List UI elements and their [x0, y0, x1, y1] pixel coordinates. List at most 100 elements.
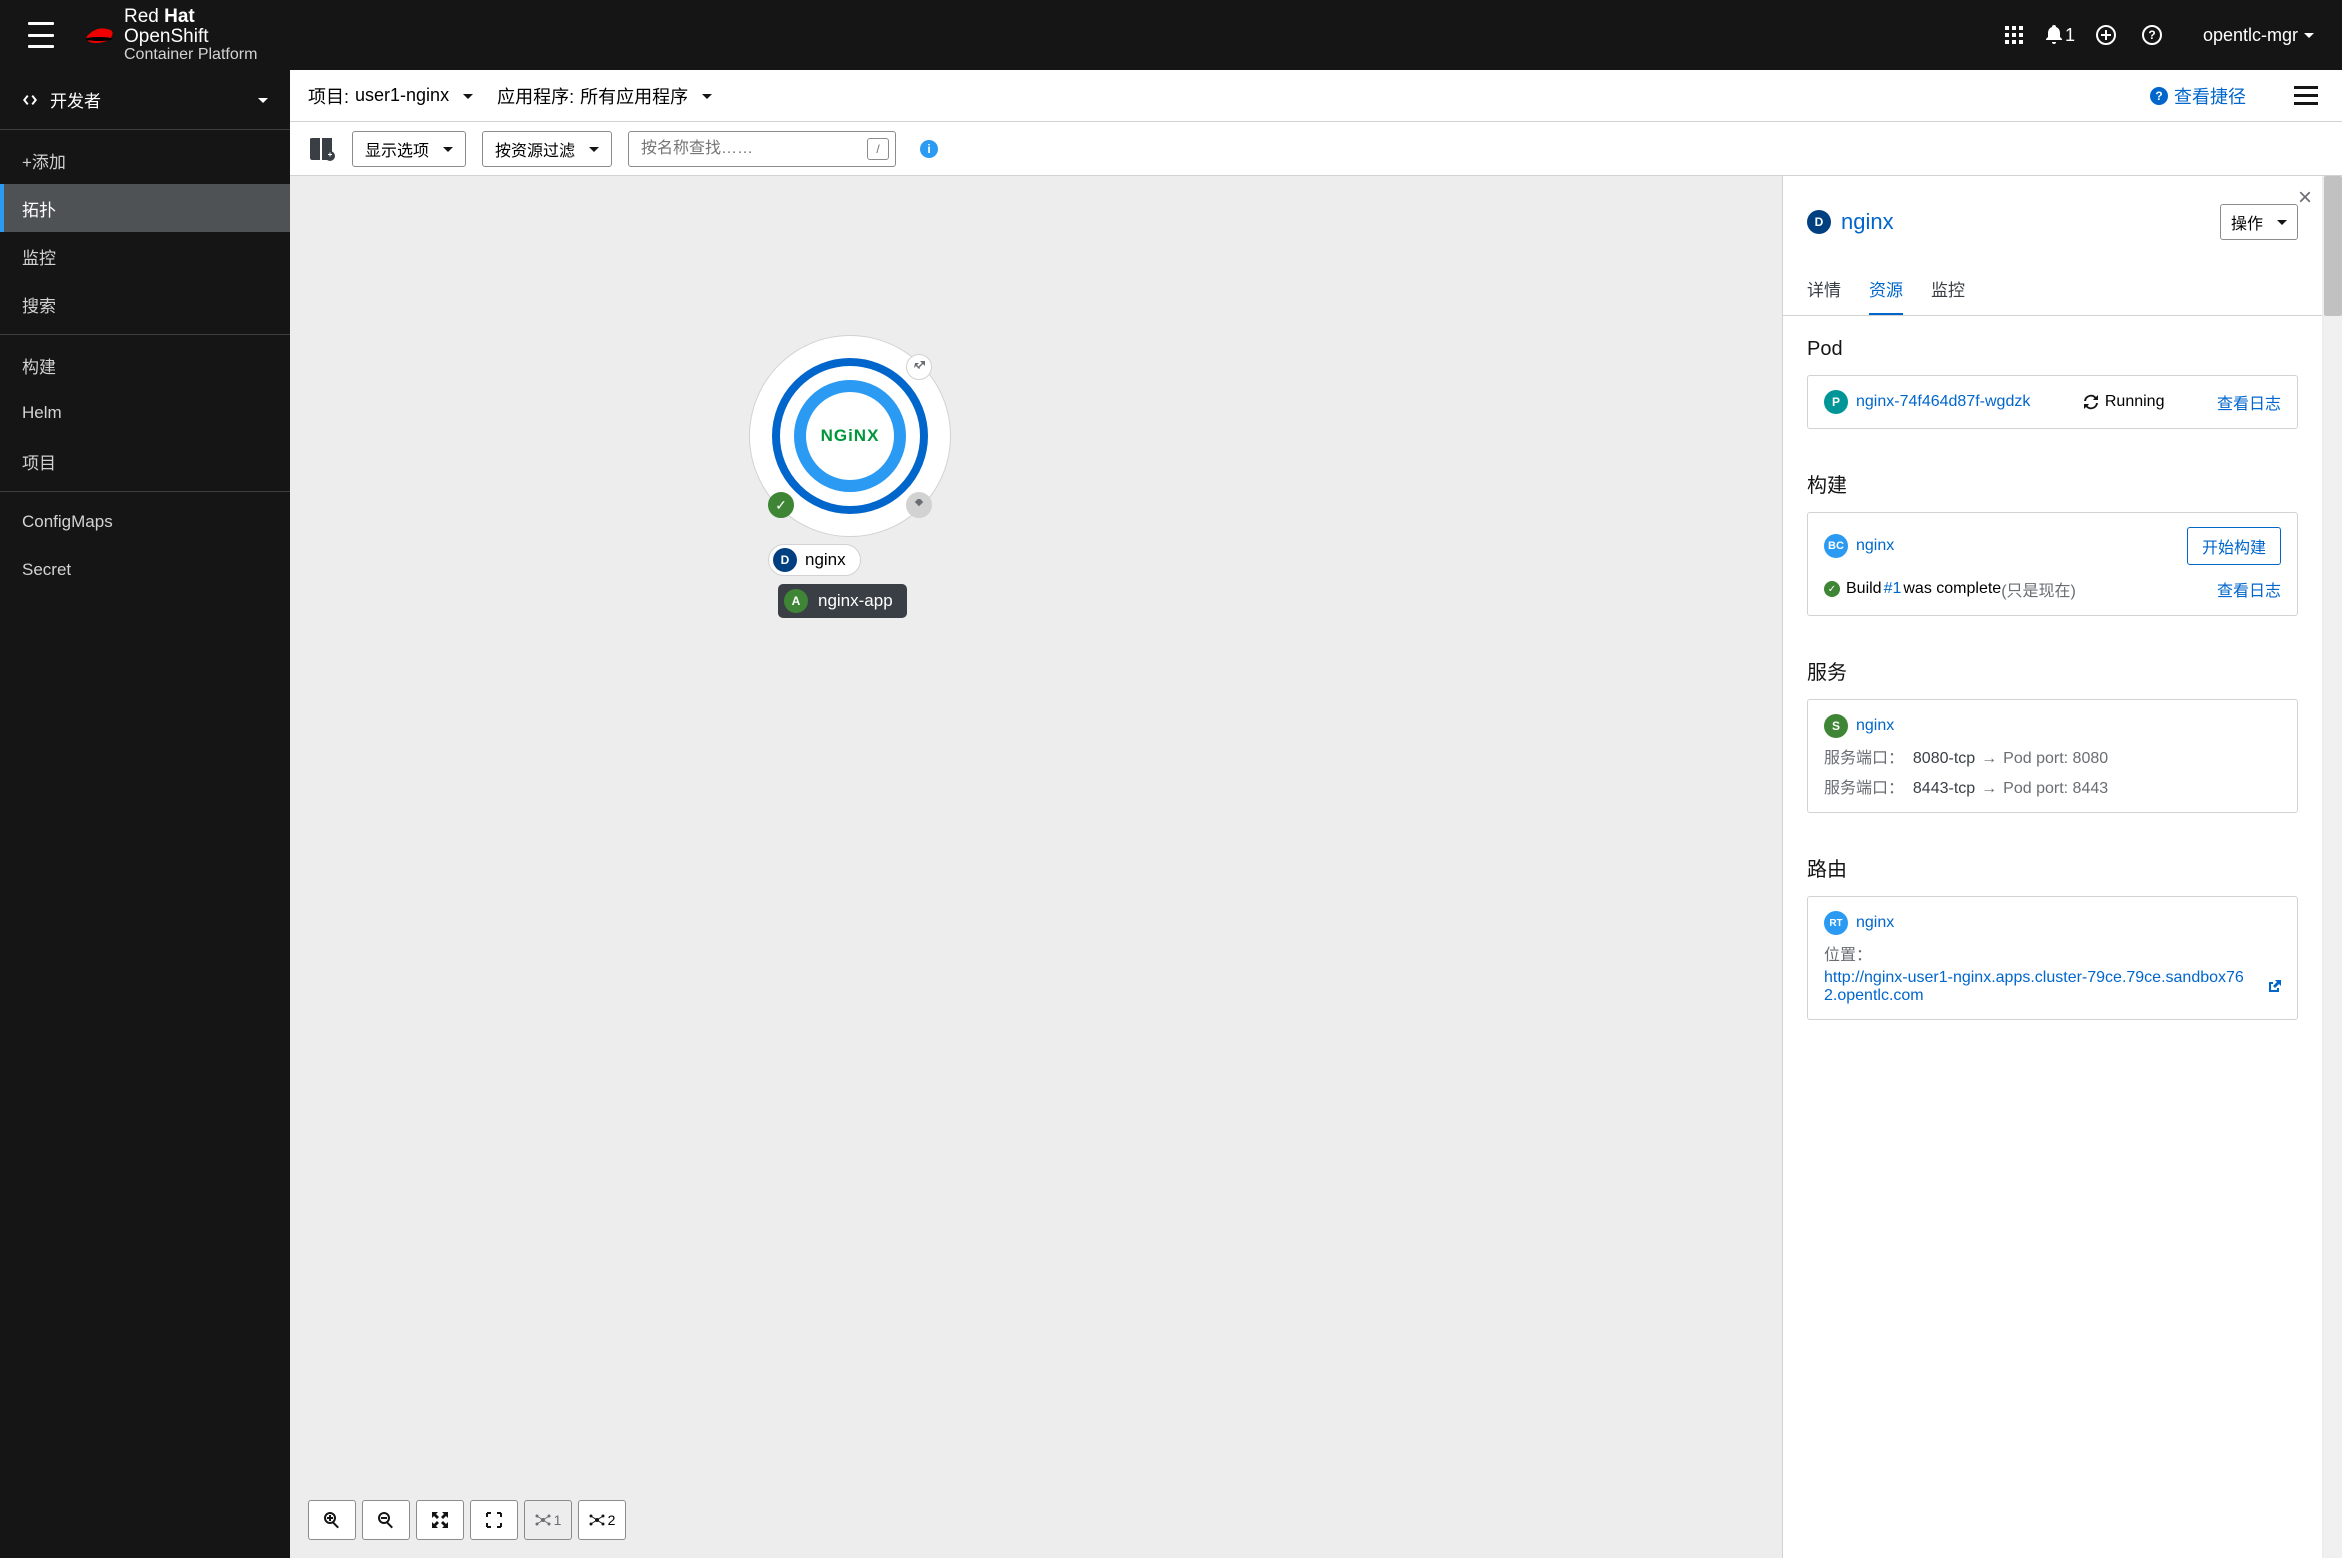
nav-add[interactable]: +添加 [0, 136, 290, 184]
pod-port-value: 8080 [2073, 750, 2109, 767]
sidebar: 开发者 +添加 拓扑 监控 搜索 构建 Helm 项目 ConfigMaps S… [0, 70, 290, 1558]
brand-redhat-2: Hat [164, 6, 195, 27]
project-label: 项目: [308, 83, 349, 109]
application-badge-icon: A [784, 589, 808, 613]
brand-redhat-1: Red [124, 6, 159, 27]
chevron-down-icon [443, 147, 453, 157]
node-label[interactable]: D nginx [768, 544, 861, 576]
filter-dropdown[interactable]: 按资源过滤 [482, 131, 612, 167]
service-port-row: 服务端口： 8080-tcp→Pod port: 8080 [1824, 744, 2281, 768]
service-link[interactable]: nginx [1856, 717, 1894, 735]
search-input[interactable]: / [628, 131, 896, 167]
pod-link[interactable]: nginx-74f464d87f-wgdzk [1856, 393, 2030, 411]
route-url-link[interactable]: http://nginx-user1-nginx.apps.cluster-79… [1824, 969, 2255, 1005]
tab-resources[interactable]: 资源 [1869, 264, 1903, 315]
chevron-down-icon [589, 147, 599, 157]
actions-dropdown[interactable]: 操作 [2220, 204, 2298, 240]
pod-port-label: Pod port: [2003, 780, 2072, 797]
apps-grid-icon[interactable] [1991, 12, 2037, 58]
slash-key-hint: / [867, 138, 889, 160]
view-shortcuts-link[interactable]: ? 查看捷径 [2150, 83, 2246, 109]
details-panel: × D nginx 操作 详情 资源 监控 Pod P ngin [1782, 176, 2322, 1558]
route-heading: 路由 [1807, 853, 2298, 882]
tab-monitoring[interactable]: 监控 [1931, 264, 1965, 315]
perspective-label: 开发者 [50, 87, 246, 112]
list-view-icon[interactable] [2288, 80, 2324, 112]
hamburger-menu-icon[interactable] [28, 22, 54, 48]
tab-details[interactable]: 详情 [1807, 264, 1841, 315]
port-label: 服务端口： [1824, 750, 1904, 767]
perspective-switcher[interactable]: 开发者 [0, 70, 290, 130]
pod-logs-link[interactable]: 查看日志 [2217, 390, 2281, 414]
service-heading: 服务 [1807, 656, 2298, 685]
nav-monitoring[interactable]: 监控 [0, 232, 290, 280]
reset-view-button[interactable] [470, 1500, 518, 1540]
close-panel-button[interactable]: × [2298, 184, 2312, 212]
nav-secret[interactable]: Secret [0, 546, 290, 594]
filter-label: 按资源过滤 [495, 137, 575, 161]
search-field[interactable] [629, 132, 895, 166]
node-name: nginx [805, 550, 846, 570]
service-badge-icon: S [1824, 714, 1848, 738]
route-link[interactable]: nginx [1856, 914, 1894, 932]
brand-platform: Container Platform [124, 47, 257, 64]
svc-port: 8443-tcp [1913, 780, 1975, 797]
zoom-out-button[interactable] [362, 1500, 410, 1540]
build-status-icon[interactable]: ✓ [768, 492, 794, 518]
nav-helm[interactable]: Helm [0, 389, 290, 437]
pod-badge-icon: P [1824, 390, 1848, 414]
build-logs-link[interactable]: 查看日志 [2217, 577, 2281, 601]
pod-heading: Pod [1807, 338, 2298, 361]
info-icon[interactable]: i [920, 140, 938, 158]
project-dropdown[interactable]: 项目: user1-nginx [308, 83, 473, 109]
location-label: 位置： [1824, 947, 1872, 964]
start-build-button[interactable]: 开始构建 [2187, 527, 2281, 565]
layout-1-button[interactable]: 1 [524, 1500, 572, 1540]
app-name: nginx-app [818, 591, 893, 611]
open-url-icon[interactable] [906, 354, 932, 380]
actions-label: 操作 [2231, 210, 2263, 234]
chevron-down-icon [2304, 33, 2314, 43]
nav-configmaps[interactable]: ConfigMaps [0, 498, 290, 546]
deployment-badge-icon: D [1807, 210, 1831, 234]
bell-count: 1 [2065, 25, 2075, 46]
notifications-bell-icon[interactable]: 1 [2037, 12, 2083, 58]
nav-search[interactable]: 搜索 [0, 280, 290, 328]
nav-build[interactable]: 构建 [0, 341, 290, 389]
build-number-link[interactable]: #1 [1884, 580, 1902, 598]
layout-2-count: 2 [608, 1512, 616, 1528]
add-plus-icon[interactable] [2083, 12, 2129, 58]
topology-node[interactable]: NGiNX ✓ [750, 336, 950, 536]
brand-logo[interactable]: Red Hat OpenShift Container Platform [82, 7, 257, 64]
help-icon[interactable]: ? [2129, 12, 2175, 58]
pod-status: Running [2083, 393, 2165, 411]
canvas-controls: 1 2 [308, 1500, 626, 1540]
fit-to-screen-button[interactable] [416, 1500, 464, 1540]
application-label: 应用程序: [497, 83, 574, 109]
buildconfig-link[interactable]: nginx [1856, 537, 1894, 555]
panel-title[interactable]: nginx [1841, 209, 2210, 235]
external-link-icon [2267, 980, 2281, 994]
build-text-1: Build [1846, 580, 1882, 598]
nav-topology[interactable]: 拓扑 [0, 184, 290, 232]
shortcut-label: 查看捷径 [2174, 83, 2246, 109]
application-dropdown[interactable]: 应用程序: 所有应用程序 [497, 83, 712, 109]
zoom-in-button[interactable] [308, 1500, 356, 1540]
build-heading: 构建 [1807, 469, 2298, 498]
user-menu[interactable]: opentlc-mgr [2203, 25, 2314, 46]
check-icon: ✓ [1824, 581, 1840, 597]
build-text-2: was complete [1903, 580, 2001, 598]
pod-port-value: 8443 [2073, 780, 2109, 797]
scrollbar[interactable] [2324, 176, 2342, 1558]
catalog-icon[interactable] [308, 136, 336, 162]
source-icon[interactable] [906, 492, 932, 518]
display-options-dropdown[interactable]: 显示选项 [352, 131, 466, 167]
brand-openshift: OpenShift [124, 27, 257, 47]
nav-project[interactable]: 项目 [0, 437, 290, 485]
layout-2-button[interactable]: 2 [578, 1500, 626, 1540]
scrollbar-thumb[interactable] [2324, 176, 2342, 316]
application-group-label[interactable]: A nginx-app [778, 584, 907, 618]
username: opentlc-mgr [2203, 25, 2298, 46]
project-bar: 项目: user1-nginx 应用程序: 所有应用程序 ? 查看捷径 [290, 70, 2342, 122]
topbar: Red Hat OpenShift Container Platform 1 ?… [0, 0, 2342, 70]
